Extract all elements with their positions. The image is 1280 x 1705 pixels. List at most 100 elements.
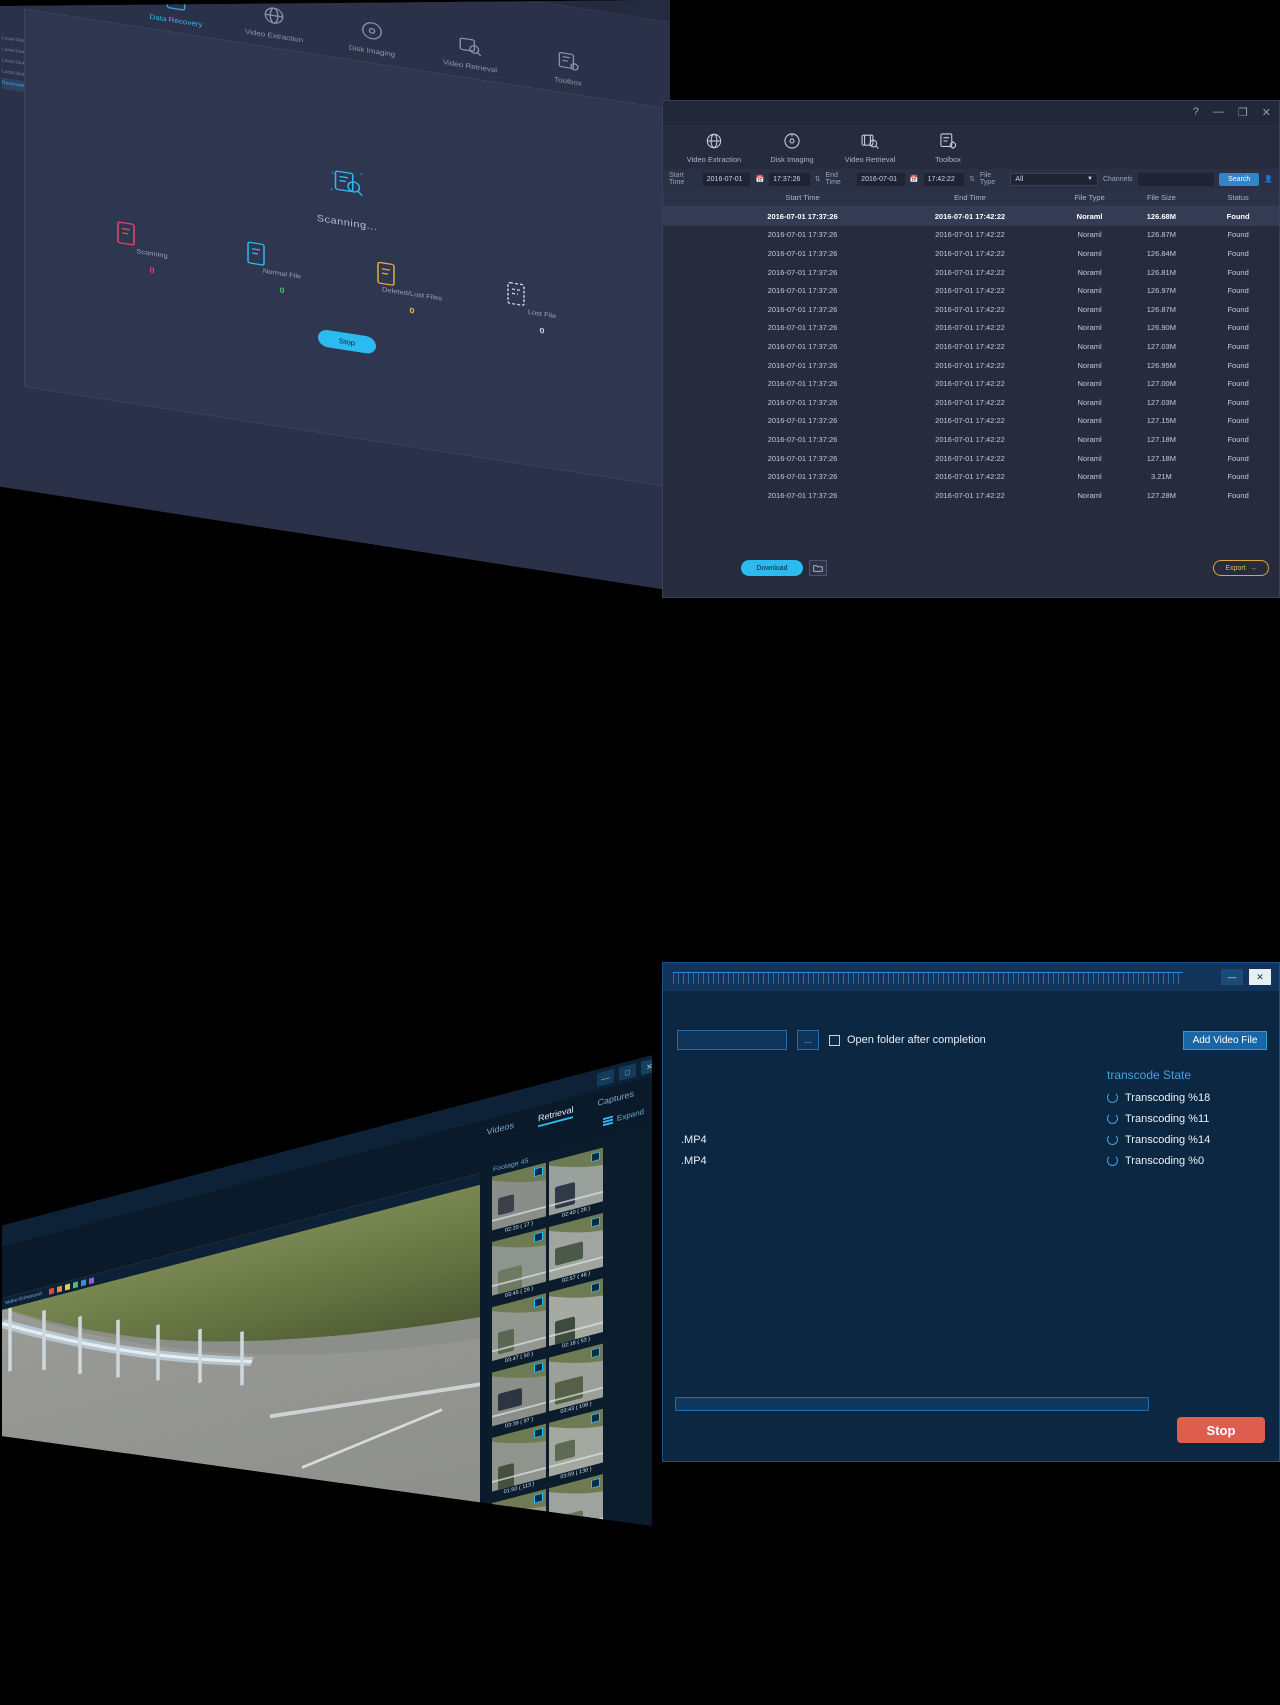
swatch-green[interactable] — [72, 1281, 78, 1289]
end-clock-input[interactable]: 17:42:22 — [923, 172, 965, 186]
select-marker-icon[interactable] — [591, 1608, 600, 1619]
end-date-input[interactable]: 2016-07-01 — [857, 172, 905, 186]
add-video-file-button[interactable]: Add Video File — [1183, 1031, 1267, 1050]
export-button[interactable]: Export → — [1213, 560, 1269, 576]
file-type-select[interactable]: All ▼ — [1010, 172, 1098, 186]
swatch-red[interactable] — [48, 1287, 54, 1295]
toolbar-video-extraction[interactable]: Video Extraction — [675, 130, 753, 164]
table-row[interactable]: 2016-07-01 17:37:26 2016-07-01 17:42:22 No… — [663, 412, 1279, 431]
close-icon[interactable]: ✕ — [1249, 969, 1271, 985]
select-marker-icon[interactable] — [591, 1543, 600, 1554]
transcode-row[interactable]: .MP4 Transcoding %0 — [663, 1150, 1279, 1171]
minimize-icon[interactable]: — — [1213, 106, 1224, 119]
thumbnail-item[interactable]: 03:43 ( 108 ) — [549, 1343, 603, 1421]
channels-input[interactable] — [1137, 172, 1215, 186]
maximize-icon[interactable]: □ — [619, 1063, 636, 1082]
thumbnail-item[interactable]: 02:18 ( 53 ) — [549, 1278, 603, 1355]
thumbnail-item[interactable]: 03:47 ( 50 ) — [492, 1293, 546, 1370]
thumbnail-item[interactable]: 04:01 ( 136 ) — [549, 1474, 603, 1526]
select-marker-icon[interactable] — [534, 1623, 543, 1634]
thumbnail-item[interactable]: 02:20 ( 17 ) — [492, 1162, 546, 1240]
col-file-size[interactable]: File Size — [1125, 193, 1197, 202]
thumbnail-item[interactable]: 04:04 ( 146 ) — [492, 1554, 546, 1631]
minimize-icon[interactable]: — — [597, 1068, 614, 1087]
toolbar-toolbox[interactable]: Toolbox — [909, 130, 987, 164]
tab-video-extraction[interactable]: Video Extraction — [242, 0, 306, 45]
transcode-row[interactable]: Transcoding %11 — [663, 1108, 1279, 1129]
folder-icon[interactable] — [809, 560, 827, 576]
tab-data-recovery[interactable]: Data Recovery — [144, 0, 208, 29]
tab-disk-imaging[interactable]: Disk Imaging — [340, 15, 404, 60]
thumbnail-item[interactable]: 03:39 ( 97 ) — [492, 1358, 546, 1435]
thumbnail-image[interactable] — [492, 1488, 546, 1526]
thumbnail-item[interactable]: 03:45 ( 29 ) — [492, 1227, 546, 1305]
thumbnail-item[interactable]: 01:50 ( 137 ) — [492, 1488, 546, 1526]
select-marker-icon[interactable] — [534, 1558, 543, 1569]
thumbnail-image[interactable] — [549, 1539, 603, 1607]
swatch-blue[interactable] — [80, 1279, 86, 1287]
close-icon[interactable]: ✕ — [659, 0, 670, 4]
table-row[interactable]: 2016-07-01 17:37:26 2016-07-01 17:42:22 No… — [663, 244, 1279, 263]
transcode-row[interactable]: Transcoding %18 — [663, 1087, 1279, 1108]
start-date-input[interactable]: 2016-07-01 — [702, 172, 751, 186]
table-row[interactable]: 2016-07-01 17:37:26 2016-07-01 17:42:22 No… — [663, 356, 1279, 375]
table-row[interactable]: 2016-07-01 17:37:26 2016-07-01 17:42:22 No… — [663, 207, 1279, 226]
maximize-icon[interactable]: ❐ — [1238, 106, 1248, 119]
open-folder-checkbox-row[interactable]: Open folder after completion — [829, 1034, 986, 1046]
swatch-purple[interactable] — [88, 1277, 94, 1285]
close-icon[interactable]: ✕ — [1262, 106, 1271, 119]
swatch-yellow[interactable] — [64, 1283, 70, 1291]
table-row[interactable]: 2016-07-01 17:37:26 2016-07-01 17:42:22 No… — [663, 486, 1279, 505]
col-file-type[interactable]: File Type — [1054, 193, 1126, 202]
close-icon[interactable]: ✕ — [641, 1057, 652, 1076]
table-row[interactable]: 2016-07-01 17:37:26 2016-07-01 17:42:22 No… — [663, 337, 1279, 356]
col-start-time[interactable]: Start Time — [719, 193, 886, 202]
expand-control[interactable]: Expand — [602, 1107, 644, 1127]
start-clock-input[interactable]: 17:37:26 — [769, 172, 810, 186]
table-row[interactable]: 2016-07-01 17:37:26 2016-07-01 17:42:22 No… — [663, 319, 1279, 338]
transcode-row[interactable]: .MP4 Transcoding %14 — [663, 1129, 1279, 1150]
thumbnail-item[interactable]: 04:41 ( 151 ) — [492, 1620, 546, 1697]
tab-retrieval[interactable]: Retrieval — [537, 1104, 574, 1128]
calendar-icon[interactable]: 📅 — [755, 175, 764, 183]
start-spinner[interactable]: ⇅ — [815, 175, 821, 183]
table-row[interactable]: 2016-07-01 17:37:26 2016-07-01 17:42:22 No… — [663, 281, 1279, 300]
tab-captures[interactable]: Captures — [597, 1089, 634, 1112]
thumbnail-image[interactable] — [549, 1474, 603, 1526]
thumbnail-image[interactable] — [492, 1620, 546, 1688]
tab-videos[interactable]: Videos — [487, 1120, 514, 1141]
help-icon[interactable]: ? — [1193, 106, 1199, 119]
thumbnail-item[interactable]: 02:40 ( 26 ) — [549, 1147, 603, 1225]
thumbnail-image[interactable] — [549, 1605, 603, 1673]
table-row[interactable]: 2016-07-01 17:37:26 2016-07-01 17:42:22 No… — [663, 374, 1279, 393]
video-canvas[interactable]: Video Enhanced 01:42/10:42 — [2, 1173, 480, 1526]
table-row[interactable]: 2016-07-01 17:37:26 2016-07-01 17:42:22 No… — [663, 300, 1279, 319]
download-button[interactable]: Download — [741, 560, 803, 576]
thumbnail-item[interactable]: 01:50 ( 113 ) — [492, 1423, 546, 1501]
toolbar-video-retrieval[interactable]: Video Retrieval — [831, 130, 909, 164]
toolbar-disk-imaging[interactable]: Disk Imaging — [753, 130, 831, 164]
player-export-button[interactable]: Export — [570, 1686, 646, 1705]
tab-toolbox[interactable]: Toolbox — [536, 45, 600, 90]
table-row[interactable]: 2016-07-01 17:37:26 2016-07-01 17:42:22 No… — [663, 467, 1279, 486]
table-row[interactable]: 2016-07-01 17:37:26 2016-07-01 17:42:22 No… — [663, 430, 1279, 449]
table-row[interactable]: 2016-07-01 17:37:26 2016-07-01 17:42:22 No… — [663, 226, 1279, 245]
thumbnail-item[interactable]: 03:59 ( 130 ) — [549, 1408, 603, 1486]
swatch-orange[interactable] — [56, 1285, 62, 1293]
thumbnail-item[interactable]: 04:05 ( 148 ) — [549, 1539, 603, 1616]
table-row[interactable]: 2016-07-01 17:37:26 2016-07-01 17:42:22 No… — [663, 263, 1279, 282]
checkbox[interactable] — [829, 1034, 840, 1046]
col-status[interactable]: Status — [1197, 193, 1279, 202]
thumbnail-item[interactable]: 02:57 ( 48 ) — [549, 1212, 603, 1290]
thumbnail-item[interactable]: 04:57 ( 153 ) — [549, 1605, 603, 1682]
table-row[interactable]: 2016-07-01 17:37:26 2016-07-01 17:42:22 No… — [663, 393, 1279, 412]
search-button[interactable]: Search — [1219, 172, 1260, 186]
calendar-icon[interactable]: 📅 — [910, 175, 919, 183]
output-path-input[interactable] — [677, 1030, 787, 1050]
stop-button[interactable]: Stop — [1177, 1417, 1265, 1443]
tab-video-retrieval[interactable]: Video Retrieval — [438, 30, 502, 75]
col-end-time[interactable]: End Time — [886, 193, 1053, 202]
thumbnail-image[interactable] — [492, 1554, 546, 1622]
browse-button[interactable]: ... — [797, 1030, 819, 1050]
scan-stop-button[interactable]: Stop — [318, 328, 376, 355]
